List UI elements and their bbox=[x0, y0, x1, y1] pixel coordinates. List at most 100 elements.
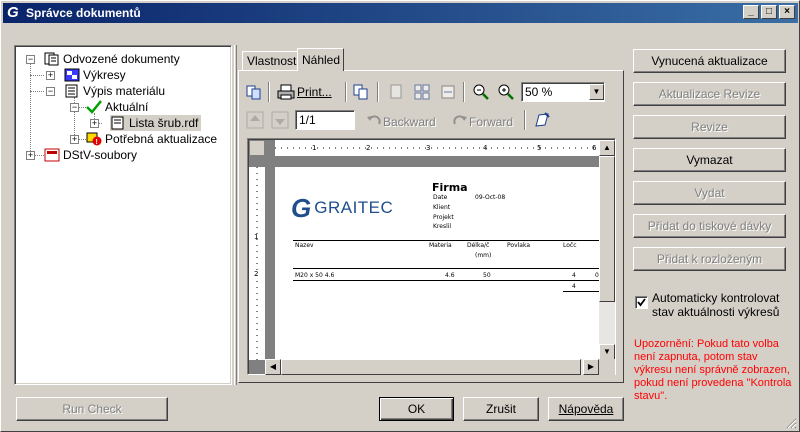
multi-page-icon[interactable] bbox=[413, 83, 431, 101]
total-count: 4 bbox=[572, 283, 576, 290]
ruler-mark: 2 bbox=[366, 144, 371, 152]
forward-icon[interactable] bbox=[451, 112, 469, 130]
delete-button[interactable]: Vymazat bbox=[633, 148, 786, 172]
toolbar-separator bbox=[463, 82, 465, 102]
tree-item-needs-update[interactable]: ! Potřebná aktualizace bbox=[86, 131, 217, 147]
printer-icon[interactable] bbox=[277, 83, 295, 101]
collapse-toggle[interactable]: − bbox=[70, 103, 79, 112]
tree-item-drawings[interactable]: Výkresy bbox=[64, 67, 126, 83]
close-button[interactable]: × bbox=[779, 5, 795, 19]
copy-pages-icon[interactable] bbox=[245, 83, 263, 101]
tree-item-dstv[interactable]: DStV-soubory bbox=[44, 147, 137, 163]
issue-button[interactable]: Vydat bbox=[633, 181, 786, 205]
horizontal-scrollbar[interactable]: ◀ ▶ bbox=[265, 359, 599, 375]
zoom-in-icon[interactable] bbox=[497, 83, 515, 101]
zoom-out-icon[interactable] bbox=[472, 83, 490, 101]
ruler-mark: 1 bbox=[254, 233, 259, 241]
scroll-left-icon[interactable]: ◀ bbox=[265, 359, 281, 375]
title-bar[interactable]: G Správce dokumentů _ □ × bbox=[3, 3, 798, 23]
forced-update-button[interactable]: Vynucená aktualizace bbox=[633, 49, 786, 73]
ruler-mark: 3 bbox=[426, 144, 431, 152]
tree-item-derived-docs[interactable]: Odvozené dokumenty bbox=[44, 51, 180, 67]
row-length: 50 bbox=[483, 272, 491, 279]
page-number-input[interactable]: 1/1 bbox=[295, 110, 355, 130]
first-page-icon[interactable] bbox=[246, 111, 264, 129]
col-material-header: Materia bbox=[429, 242, 452, 249]
tree-item-current[interactable]: Aktuální bbox=[86, 99, 148, 115]
resize-grip[interactable] bbox=[785, 417, 797, 429]
update-revision-button[interactable]: Aktualizace Revize bbox=[633, 82, 786, 106]
col-count-header: Ločc bbox=[563, 242, 577, 249]
date-value: 09-Oct-08 bbox=[475, 194, 506, 201]
col-unit: (mm) bbox=[475, 252, 492, 259]
copy-icon[interactable] bbox=[352, 83, 370, 101]
scroll-up-icon[interactable]: ▲ bbox=[599, 140, 615, 156]
expand-toggle[interactable]: + bbox=[26, 151, 35, 160]
client-label: Klient bbox=[433, 204, 451, 211]
tab-preview[interactable]: Náhled bbox=[297, 48, 344, 71]
scroll-thumb[interactable] bbox=[599, 156, 615, 302]
scroll-down-icon[interactable]: ▼ bbox=[599, 344, 615, 360]
button-label: Vydat bbox=[694, 186, 725, 200]
tab-properties[interactable]: Vlastnosti bbox=[242, 51, 299, 71]
page-width-icon[interactable] bbox=[439, 83, 457, 101]
auto-check-checkbox[interactable] bbox=[635, 296, 648, 309]
revision-button[interactable]: Revize bbox=[633, 115, 786, 139]
expand-toggle[interactable]: + bbox=[46, 71, 55, 80]
scroll-right-icon[interactable]: ▶ bbox=[583, 359, 599, 375]
expand-toggle[interactable]: + bbox=[90, 119, 99, 128]
edit-document-icon[interactable] bbox=[533, 111, 551, 129]
tree-item-bom[interactable]: Výpis materiálu bbox=[64, 83, 165, 99]
col-length-header: Délka/č bbox=[467, 242, 490, 249]
maximize-button[interactable]: □ bbox=[761, 5, 777, 19]
checkmark-icon bbox=[86, 100, 102, 114]
single-page-icon[interactable] bbox=[387, 83, 405, 101]
last-page-icon[interactable] bbox=[271, 111, 289, 129]
graitec-app-icon: G bbox=[7, 4, 19, 21]
zoom-select[interactable]: 50 % ▼ bbox=[521, 82, 605, 102]
table-row-line bbox=[293, 280, 601, 281]
splitter[interactable] bbox=[234, 45, 237, 385]
svg-text:!: ! bbox=[96, 139, 98, 146]
run-check-button[interactable]: Run Check bbox=[16, 397, 168, 421]
backward-button[interactable]: Backward bbox=[383, 115, 436, 129]
expand-toggle[interactable]: + bbox=[70, 135, 79, 144]
cancel-button[interactable]: Zrušit bbox=[463, 397, 539, 421]
scroll-thumb[interactable] bbox=[281, 359, 581, 375]
button-label: Přidat k rozloženým bbox=[656, 252, 763, 266]
ruler-mark: 4 bbox=[483, 144, 488, 152]
button-label: Aktualizace Revize bbox=[658, 87, 761, 101]
ruler-mark: 6 bbox=[592, 144, 597, 152]
button-label: Přidat do tiskové dávky bbox=[647, 219, 772, 233]
document-tree[interactable]: − Odvozené dokumenty + Výkresy − Výpis m… bbox=[16, 47, 230, 383]
row-material: 4.6 bbox=[445, 272, 455, 279]
vertical-ruler: 1 2 bbox=[249, 167, 265, 360]
collapse-toggle[interactable]: − bbox=[26, 55, 35, 64]
graitec-g-icon: G bbox=[291, 193, 312, 223]
add-print-batch-button[interactable]: Přidat do tiskové dávky bbox=[633, 214, 786, 238]
button-label: Zrušit bbox=[486, 402, 516, 416]
button-label: OK bbox=[407, 402, 426, 416]
tree-item-label: Výpis materiálu bbox=[83, 84, 166, 98]
tree-item-lista-srub[interactable]: Lista šrub.rdf bbox=[110, 115, 202, 131]
help-button[interactable]: Nápověda bbox=[548, 397, 624, 421]
backward-icon[interactable] bbox=[365, 112, 383, 130]
scroll-corner bbox=[599, 359, 615, 375]
ruler-corner bbox=[249, 140, 265, 156]
auto-check-label[interactable]: Automaticky kontrolovat stav aktuálnosti… bbox=[652, 291, 779, 319]
documents-icon bbox=[44, 52, 60, 66]
chevron-down-icon[interactable]: ▼ bbox=[589, 84, 604, 100]
minimize-button[interactable]: _ bbox=[743, 5, 759, 19]
print-button-label[interactable]: Print... bbox=[297, 85, 332, 99]
zoom-value: 50 % bbox=[525, 85, 553, 99]
ok-button[interactable]: OK bbox=[379, 397, 454, 421]
add-layout-button[interactable]: Přidat k rozloženým bbox=[633, 247, 786, 271]
row-name: M20 x 50 4.6 bbox=[295, 272, 335, 279]
collapse-toggle[interactable]: − bbox=[46, 87, 55, 96]
preview-page: G GRAITEC Firma Date 09-Oct-08 Klient Pr… bbox=[275, 167, 601, 360]
vertical-scrollbar[interactable]: ▲ ▼ bbox=[599, 140, 615, 360]
button-label: Vynucená aktualizace bbox=[651, 54, 768, 68]
page-number-value: 1/1 bbox=[299, 113, 316, 127]
graitec-logo: G GRAITEC bbox=[291, 195, 393, 221]
forward-button[interactable]: Forward bbox=[469, 115, 513, 129]
